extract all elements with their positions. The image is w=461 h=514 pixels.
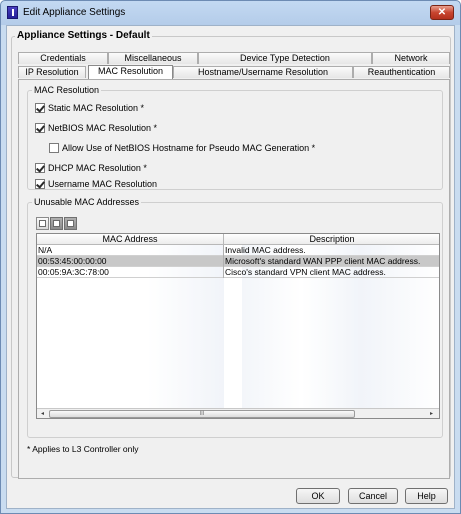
description-cell: Cisco's standard VPN client MAC address. — [225, 267, 386, 277]
dhcp-mac-resolution-label: DHCP MAC Resolution * — [48, 163, 147, 173]
edit-icon — [53, 220, 60, 227]
tab-reauthentication[interactable]: Reauthentication — [353, 66, 450, 78]
edit-appliance-settings-window: Edit Appliance Settings ✕ Appliance Sett… — [0, 0, 461, 514]
edit-mac-button[interactable] — [50, 217, 63, 230]
dhcp-mac-resolution-checkbox[interactable] — [35, 163, 45, 173]
mac-address-cell: N/A — [37, 245, 224, 256]
ok-button[interactable]: OK — [296, 488, 340, 504]
cancel-button[interactable]: Cancel — [348, 488, 398, 504]
add-mac-button[interactable] — [36, 217, 49, 230]
scroll-left-icon[interactable]: ◂ — [38, 410, 47, 418]
horizontal-scrollbar[interactable]: ◂ III ▸ — [37, 408, 439, 418]
tab-ip-resolution[interactable]: IP Resolution — [18, 66, 86, 78]
unusable-mac-addresses-title: Unusable MAC Addresses — [32, 197, 142, 207]
netbios-mac-resolution-checkbox[interactable] — [35, 123, 45, 133]
close-button[interactable]: ✕ — [430, 5, 454, 20]
mac-address-cell: 00:05:9A:3C:78:00 — [37, 267, 224, 278]
dhcp-mac-resolution-option[interactable]: DHCP MAC Resolution * — [35, 162, 147, 174]
tab-mac-resolution[interactable]: MAC Resolution — [88, 65, 173, 79]
add-icon — [39, 220, 46, 227]
unusable-mac-addresses-group: Unusable MAC Addresses MAC Address Descr… — [27, 197, 443, 438]
username-mac-resolution-checkbox[interactable] — [35, 179, 45, 189]
netbios-hostname-pseudo-mac-checkbox[interactable] — [49, 143, 59, 153]
table-row[interactable]: N/A Invalid MAC address. — [37, 245, 439, 256]
static-mac-resolution-checkbox[interactable] — [35, 103, 45, 113]
scrollbar-thumb[interactable]: III — [49, 410, 355, 418]
window-title: Edit Appliance Settings — [23, 7, 126, 18]
static-mac-resolution-label: Static MAC Resolution * — [48, 103, 145, 113]
mac-resolution-group-title: MAC Resolution — [32, 85, 102, 95]
delete-mac-button[interactable] — [64, 217, 77, 230]
appliance-settings-group: Appliance Settings - Default Credentials… — [11, 30, 451, 479]
tab-miscellaneous[interactable]: Miscellaneous — [108, 52, 198, 64]
netbios-hostname-pseudo-mac-option[interactable]: Allow Use of NetBIOS Hostname for Pseudo… — [49, 142, 315, 154]
tab-hostname-username-resolution[interactable]: Hostname/Username Resolution — [173, 66, 353, 78]
column-header-mac-address[interactable]: MAC Address — [37, 234, 224, 245]
appliance-settings-title: Appliance Settings - Default — [15, 30, 152, 41]
mac-resolution-panel: MAC Resolution Static MAC Resolution * N… — [18, 79, 450, 479]
description-cell: Invalid MAC address. — [225, 245, 306, 255]
app-icon — [7, 6, 18, 19]
netbios-hostname-pseudo-mac-label: Allow Use of NetBIOS Hostname for Pseudo… — [62, 143, 316, 153]
mac-address-cell: 00:53:45:00:00:00 — [37, 256, 224, 267]
mac-resolution-group: MAC Resolution Static MAC Resolution * N… — [27, 85, 443, 190]
description-cell: Microsoft's standard WAN PPP client MAC … — [225, 256, 421, 266]
unusable-mac-table: MAC Address Description N/A Invalid MAC … — [36, 233, 440, 419]
tab-credentials[interactable]: Credentials — [18, 52, 108, 64]
username-mac-resolution-option[interactable]: Username MAC Resolution — [35, 178, 157, 190]
delete-icon — [67, 220, 74, 227]
scroll-right-icon[interactable]: ▸ — [427, 410, 436, 418]
column-header-description[interactable]: Description — [224, 234, 439, 245]
netbios-mac-resolution-option[interactable]: NetBIOS MAC Resolution * — [35, 122, 157, 134]
tab-device-type-detection[interactable]: Device Type Detection — [198, 52, 372, 64]
static-mac-resolution-option[interactable]: Static MAC Resolution * — [35, 102, 144, 114]
username-mac-resolution-label: Username MAC Resolution — [48, 179, 158, 189]
netbios-mac-resolution-label: NetBIOS MAC Resolution * — [48, 123, 158, 133]
help-button[interactable]: Help — [405, 488, 448, 504]
tab-network[interactable]: Network — [372, 52, 450, 64]
dialog-body: Appliance Settings - Default Credentials… — [6, 25, 455, 509]
footnote: * Applies to L3 Controller only — [27, 444, 139, 454]
title-bar[interactable]: Edit Appliance Settings ✕ — [1, 1, 460, 25]
table-row[interactable]: 00:53:45:00:00:00 Microsoft's standard W… — [37, 256, 439, 267]
table-row[interactable]: 00:05:9A:3C:78:00 Cisco's standard VPN c… — [37, 267, 439, 278]
